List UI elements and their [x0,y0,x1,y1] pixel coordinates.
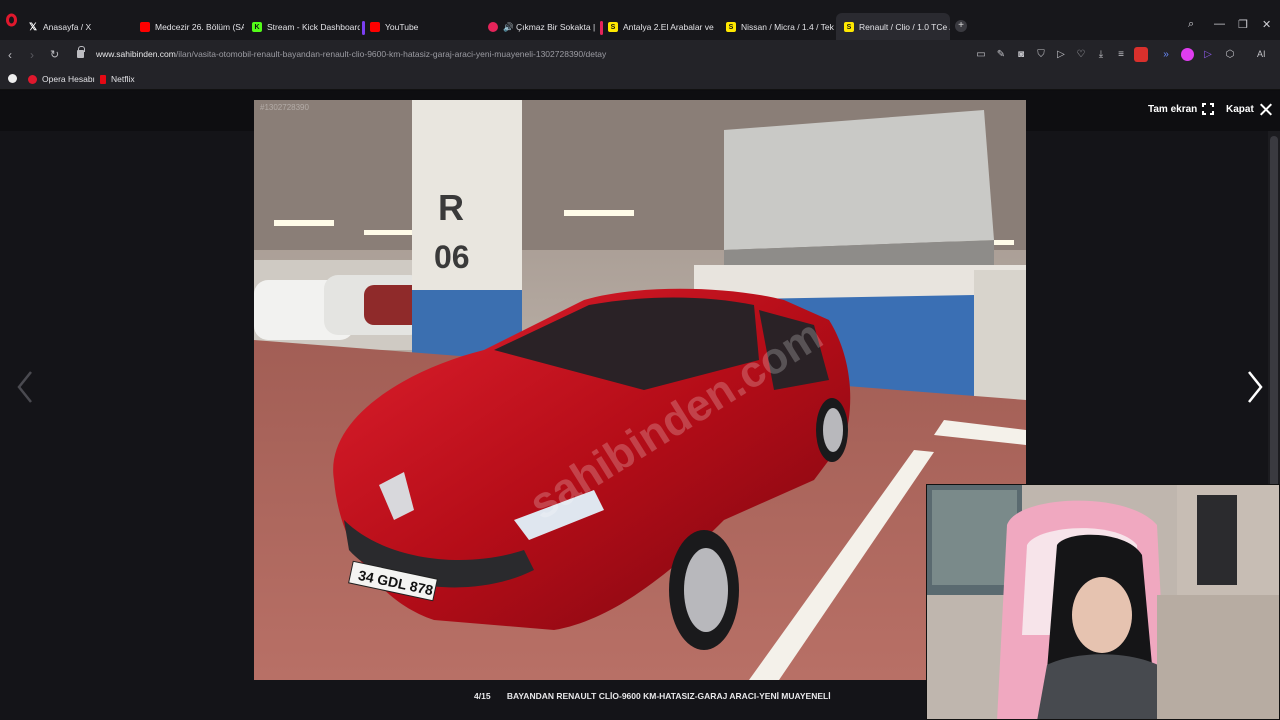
new-tab-button[interactable]: + [955,20,967,32]
fullscreen-icon [1202,103,1215,115]
tab-label: Renault / Clio / 1.0 TCe / [859,22,950,32]
extension-pink-icon[interactable] [1181,48,1194,61]
bookmark-netflix[interactable]: Netflix [100,74,135,84]
record-icon [488,22,498,32]
minimize-button[interactable]: — [1214,18,1225,30]
google-icon[interactable] [8,74,22,83]
tab-youtube[interactable]: YouTube [362,13,478,41]
reload-button[interactable]: ↻ [50,48,59,62]
back-button[interactable]: ‹ [8,48,12,62]
tab-cikmaz[interactable]: 🔊 Çıkmaz Bir Sokakta | Y [480,13,596,41]
tab-nissan[interactable]: S Nissan / Micra / 1.4 / Tek [718,13,834,41]
maximize-button[interactable]: ❐ [1238,18,1248,31]
forward-button[interactable]: › [30,48,34,62]
youtube-icon [140,22,150,32]
bookmark-label: Netflix [111,74,135,84]
x-icon: 𝕏 [28,21,38,33]
sahibinden-icon: S [844,22,854,32]
tab-antalya[interactable]: S Antalya 2.El Arabalar ve Sa [600,13,716,41]
bookmarks-bar: Opera Hesabı Netflix [0,70,1280,90]
shield-icon[interactable]: ⛉ [1035,49,1047,61]
url-host: www.sahibinden.com [96,49,176,59]
tab-kick[interactable]: K Stream - Kick Dashboard [244,13,360,41]
tab-group-marker [362,21,365,35]
photo-id-watermark: #1302728390 [260,103,309,112]
opera-logo-icon[interactable] [6,13,17,27]
youtube-icon [370,22,380,32]
cube-icon[interactable]: ⬡ [1224,49,1236,61]
pillar-number: 06 [434,239,470,275]
tab-label: Anasayfa / X [43,22,92,32]
opera-icon [28,74,37,84]
tab-group-marker [600,21,603,35]
tab-strip: 𝕏 Anasayfa / X Medcezir 26. Bölüm (SAN K… [0,0,1280,41]
bookmark-label: Opera Hesabı [42,74,95,84]
edit-icon[interactable]: ✎ [995,49,1007,61]
camera-icon[interactable]: ◙ [1015,49,1027,61]
webcam-illustration [927,485,1279,719]
url-field[interactable]: www.sahibinden.com/ilan/vasita-otomobil-… [96,49,606,59]
sahibinden-icon: S [726,22,736,32]
extension-red-icon[interactable] [1134,47,1148,62]
photo-counter: 4/15 [474,691,491,701]
listing-title: BAYANDAN RENAULT CLİO-9600 KM-HATASIZ-GA… [506,691,831,701]
tab-label: Antalya 2.El Arabalar ve Sa [623,22,716,32]
tab-label: 🔊 Çıkmaz Bir Sokakta | Y [503,21,596,32]
close-label: Kapat [1226,104,1254,115]
garage-car-illustration: R 06 34 GDL 878 sahibinden.com [254,100,1026,680]
listing-photo[interactable]: R 06 34 GDL 878 sahibinden.com [254,100,1026,680]
tab-renault-active[interactable]: S Renault / Clio / 1.0 TCe / [836,13,950,41]
menu-icon[interactable]: ≡ [1115,49,1127,61]
reader-icon[interactable]: ▭ [975,49,987,61]
url-path: /ilan/vasita-otomobil-renault-bayandan-r… [175,49,607,59]
netflix-icon [100,74,106,84]
kick-icon: K [252,22,262,32]
tab-label: Stream - Kick Dashboard [267,22,360,32]
flow-icon[interactable]: ▷ [1202,49,1214,61]
streamer-webcam-overlay [926,484,1280,720]
aria-ai-button[interactable]: AI [1257,49,1266,59]
play-icon[interactable]: ▷ [1055,49,1067,61]
download-icon[interactable]: ⤓ [1095,49,1107,61]
tab-x[interactable]: 𝕏 Anasayfa / X [20,13,130,41]
photo-caption: 4/15 BAYANDAN RENAULT CLİO-9600 KM-HATAS… [474,691,831,701]
close-icon [1259,103,1272,116]
pillar-letter: R [438,187,464,228]
next-photo-arrow-icon[interactable] [1246,370,1264,404]
fullscreen-label: Tam ekran [1148,103,1198,115]
close-viewer-button[interactable]: Kapat [1226,103,1272,116]
address-bar: ‹ › ↻ www.sahibinden.com/ilan/vasita-oto… [0,40,1280,70]
search-tabs-icon[interactable]: ⌕ [1188,18,1194,31]
fullscreen-button[interactable]: Tam ekran [1148,103,1215,115]
lock-icon [77,46,85,58]
tab-label: YouTube [385,22,419,32]
close-window-button[interactable]: ✕ [1262,18,1271,31]
tab-label: Nissan / Micra / 1.4 / Tek [741,22,834,32]
sahibinden-icon: S [608,22,618,32]
tab-label: Medcezir 26. Bölüm (SAN [155,22,244,32]
heart-icon[interactable]: ♡ [1075,49,1087,61]
speed-dial-icon[interactable]: » [1160,49,1172,61]
bookmark-opera-account[interactable]: Opera Hesabı [28,74,95,84]
tab-medcezir[interactable]: Medcezir 26. Bölüm (SAN [132,13,244,41]
previous-photo-arrow-icon[interactable] [16,370,34,404]
